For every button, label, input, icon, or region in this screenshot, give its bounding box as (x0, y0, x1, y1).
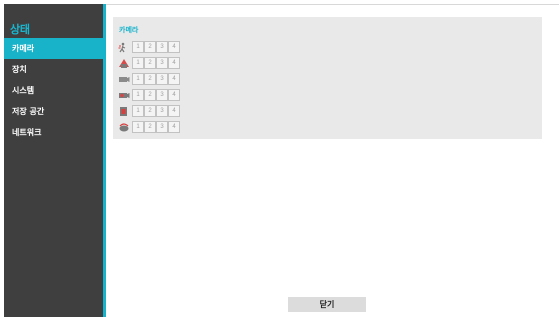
audio-icon (117, 121, 130, 133)
camera-cell-3: 3 (156, 105, 168, 117)
camera-cell-1: 1 (132, 73, 144, 85)
video-loss-icon (117, 73, 130, 85)
status-window: 상태 카메라 장치 시스템 저장 공간 네트워크 카메라 1 2 3 4 1 2… (0, 0, 559, 317)
status-row-tampering: 1 2 3 4 (117, 55, 180, 71)
alarm-icon (117, 105, 130, 117)
status-row-recording: 1 2 3 4 (117, 87, 180, 103)
status-rows: 1 2 3 4 1 2 3 4 1 2 3 4 1 2 3 4 1 2 3 4 … (117, 39, 180, 135)
sidebar-item-network[interactable]: 네트워크 (4, 122, 103, 143)
camera-cell-2: 2 (144, 89, 156, 101)
status-row-video-loss: 1 2 3 4 (117, 71, 180, 87)
camera-cell-2: 2 (144, 121, 156, 133)
camera-cell-2: 2 (144, 73, 156, 85)
camera-cell-1: 1 (132, 89, 144, 101)
motion-icon (117, 41, 130, 53)
camera-cell-2: 2 (144, 105, 156, 117)
camera-cell-4: 4 (168, 121, 180, 133)
camera-cell-1: 1 (132, 105, 144, 117)
camera-cell-1: 1 (132, 57, 144, 69)
status-row-motion: 1 2 3 4 (117, 39, 180, 55)
sidebar-item-system[interactable]: 시스템 (4, 80, 103, 101)
sidebar-menu: 카메라 장치 시스템 저장 공간 네트워크 (4, 38, 103, 143)
sidebar-item-storage[interactable]: 저장 공간 (4, 101, 103, 122)
camera-cell-2: 2 (144, 41, 156, 53)
camera-cell-4: 4 (168, 57, 180, 69)
sidebar-item-device[interactable]: 장치 (4, 59, 103, 80)
sidebar: 상태 카메라 장치 시스템 저장 공간 네트워크 (4, 4, 103, 317)
camera-cell-4: 4 (168, 105, 180, 117)
close-button[interactable]: 닫기 (288, 297, 366, 312)
sidebar-title: 상태 (10, 23, 30, 36)
status-row-audio: 1 2 3 4 (117, 119, 180, 135)
camera-cell-3: 3 (156, 41, 168, 53)
top-border (106, 4, 559, 5)
camera-cell-3: 3 (156, 57, 168, 69)
camera-cell-4: 4 (168, 73, 180, 85)
camera-cell-4: 4 (168, 41, 180, 53)
recording-icon (117, 89, 130, 101)
camera-status-panel: 카메라 1 2 3 4 1 2 3 4 1 2 3 4 1 2 3 4 1 2 … (113, 17, 542, 139)
camera-cell-3: 3 (156, 121, 168, 133)
tampering-icon (117, 57, 130, 69)
camera-cell-2: 2 (144, 57, 156, 69)
sidebar-divider (103, 4, 106, 317)
camera-cell-3: 3 (156, 73, 168, 85)
camera-cell-3: 3 (156, 89, 168, 101)
camera-cell-4: 4 (168, 89, 180, 101)
camera-cell-1: 1 (132, 121, 144, 133)
sidebar-item-camera[interactable]: 카메라 (4, 38, 103, 59)
panel-title: 카메라 (119, 26, 139, 34)
camera-cell-1: 1 (132, 41, 144, 53)
status-row-alarm: 1 2 3 4 (117, 103, 180, 119)
